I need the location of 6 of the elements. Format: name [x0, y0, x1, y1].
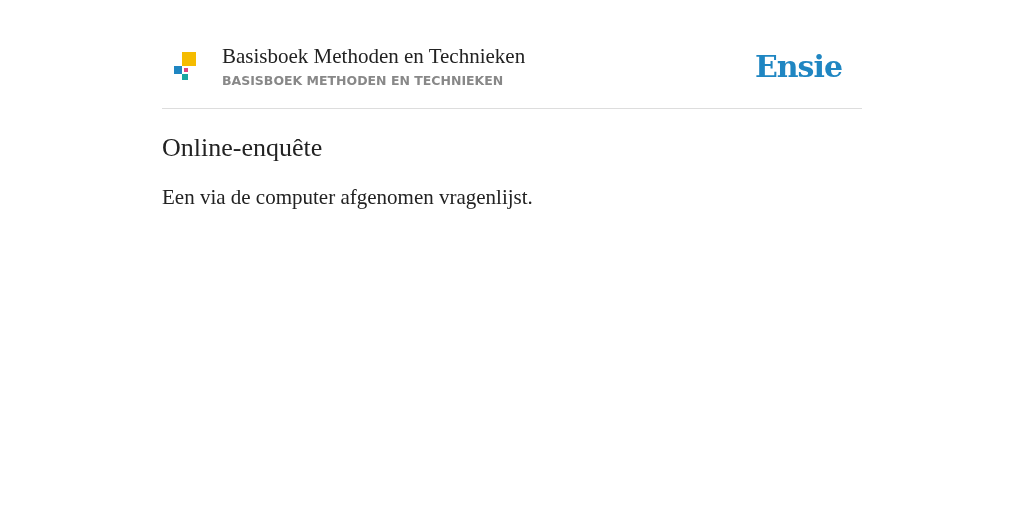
brand-logo[interactable]: Ensie [754, 48, 842, 84]
entry-definition: Een via de computer afgenomen vragenlijst. [162, 185, 534, 210]
book-title: Basisboek Methoden en Technieken [222, 44, 527, 69]
entry-title: Online-enquête [162, 133, 324, 163]
book-subtitle: BASISBOEK METHODEN EN TECHNIEKEN [222, 73, 505, 88]
logo-icon [174, 52, 196, 80]
